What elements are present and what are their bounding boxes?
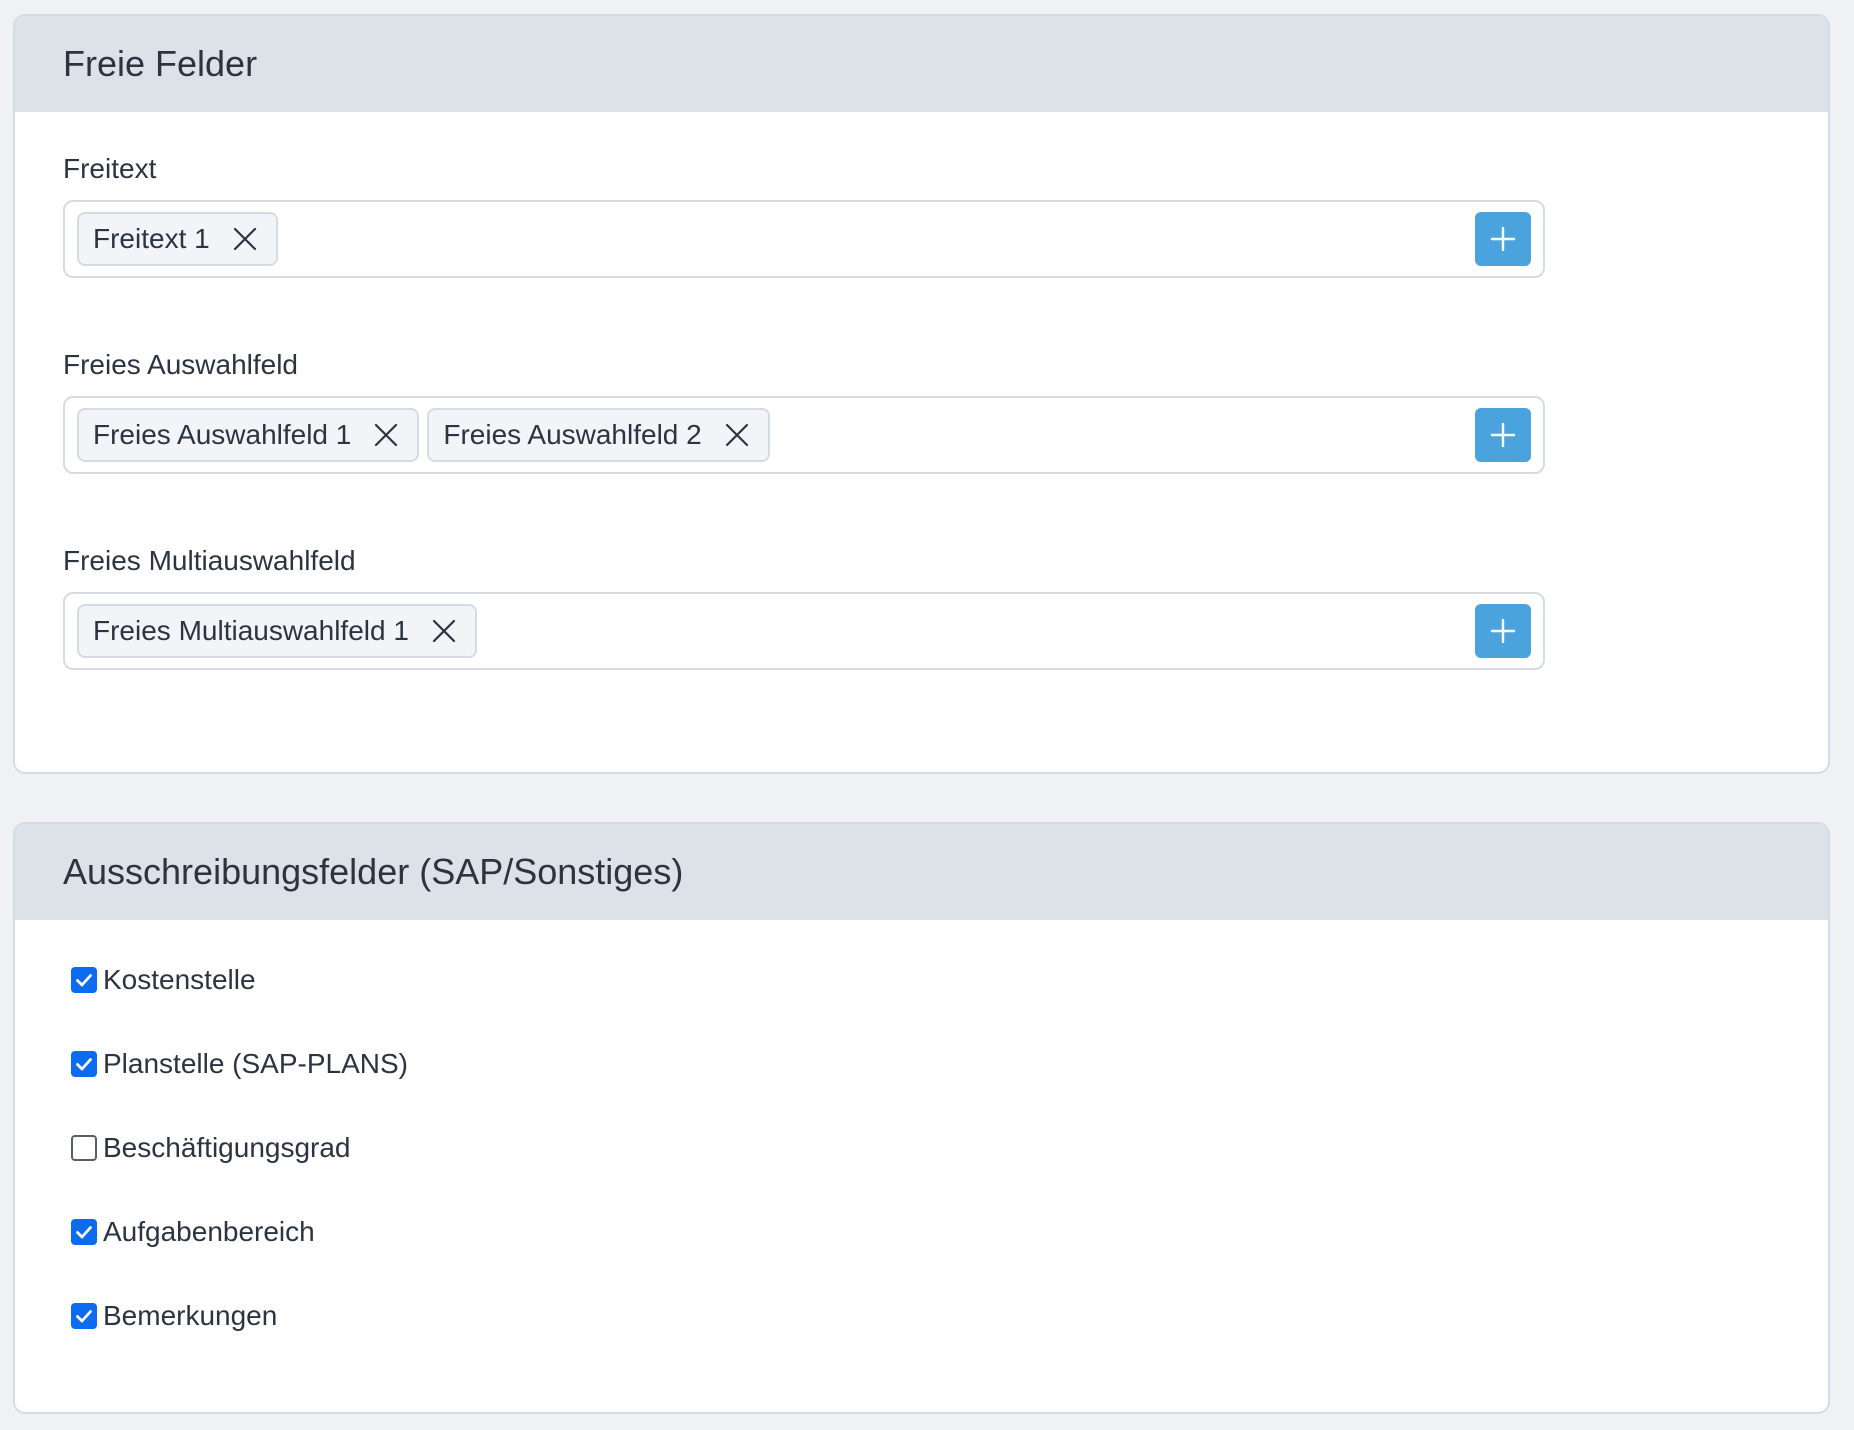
tag-label: Freies Auswahlfeld 1 [93,419,352,450]
free-fields-header: Freie Felder [15,16,1828,112]
freies-auswahlfeld-label: Freies Auswahlfeld [63,349,299,380]
close-icon[interactable] [427,614,461,648]
close-icon[interactable] [369,418,403,452]
tag: Freies Auswahlfeld 2 [427,408,770,462]
freitext-tag-input[interactable]: Freitext 1 [63,200,1545,278]
tender-fields-title: Ausschreibungsfelder (SAP/Sonstiges) [63,851,684,892]
checkbox-label[interactable]: Kostenstelle [103,960,256,1000]
tag-label: Freies Auswahlfeld 2 [443,419,702,450]
tag-label: Freitext 1 [93,223,210,254]
tag-label: Freies Multiauswahlfeld 1 [93,615,409,646]
freies-auswahlfeld-group: Freies Auswahlfeld Freies Auswahlfeld 1 … [63,348,1780,474]
freitext-group: Freitext Freitext 1 [63,152,1780,278]
freies-multiauswahlfeld-tag-input[interactable]: Freies Multiauswahlfeld 1 [63,592,1545,670]
checkbox-label[interactable]: Aufgabenbereich [103,1212,315,1252]
check-icon [76,1310,92,1323]
check-icon [76,1226,92,1239]
checkbox[interactable] [71,1051,97,1077]
checkbox-row-kostenstelle[interactable]: Kostenstelle [71,960,1828,1000]
checkbox[interactable] [71,967,97,993]
tender-fields-header: Ausschreibungsfelder (SAP/Sonstiges) [15,824,1828,920]
close-icon[interactable] [720,418,754,452]
checkbox-row-bemerkungen[interactable]: Bemerkungen [71,1296,1828,1336]
tender-fields-card: Ausschreibungsfelder (SAP/Sonstiges) Kos… [13,822,1830,1414]
close-icon[interactable] [228,222,262,256]
plus-icon [1490,618,1516,644]
checkbox-row-beschaeftigungsgrad[interactable]: Beschäftigungsgrad [71,1128,1828,1168]
checkbox-label[interactable]: Beschäftigungsgrad [103,1128,351,1168]
freies-multiauswahlfeld-add-button[interactable] [1475,604,1531,658]
freies-auswahlfeld-tag-input[interactable]: Freies Auswahlfeld 1 Freies Auswahlfeld … [63,396,1545,474]
checkbox[interactable] [71,1135,97,1161]
tag: Freies Multiauswahlfeld 1 [77,604,477,658]
checkbox-row-aufgabenbereich[interactable]: Aufgabenbereich [71,1212,1828,1252]
free-fields-card: Freie Felder Freitext Freitext 1 Freies … [13,14,1830,774]
tag: Freies Auswahlfeld 1 [77,408,420,462]
plus-icon [1490,226,1516,252]
freies-multiauswahlfeld-group: Freies Multiauswahlfeld Freies Multiausw… [63,544,1780,670]
tender-fields-checklist: Kostenstelle Planstelle (SAP-PLANS) Besc… [15,920,1828,1336]
tag: Freitext 1 [77,212,278,266]
free-fields-body: Freitext Freitext 1 Freies Auswahlfeld F… [15,112,1828,670]
freitext-label: Freitext [63,153,157,184]
checkbox-label[interactable]: Planstelle (SAP-PLANS) [103,1044,408,1084]
freies-multiauswahlfeld-label: Freies Multiauswahlfeld [63,545,356,576]
checkbox-row-planstelle[interactable]: Planstelle (SAP-PLANS) [71,1044,1828,1084]
freies-auswahlfeld-add-button[interactable] [1475,408,1531,462]
check-icon [76,974,92,987]
free-fields-title: Freie Felder [63,43,258,84]
checkbox-label[interactable]: Bemerkungen [103,1296,277,1336]
checkbox[interactable] [71,1303,97,1329]
checkbox[interactable] [71,1219,97,1245]
check-icon [76,1058,92,1071]
plus-icon [1490,422,1516,448]
freitext-add-button[interactable] [1475,212,1531,266]
